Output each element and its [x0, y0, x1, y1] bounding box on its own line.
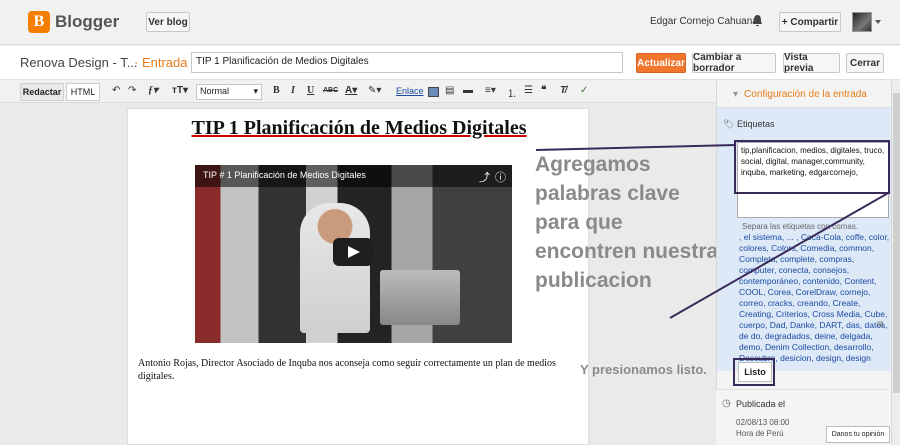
arrow-line-bottom	[669, 191, 891, 319]
annotation-arrows	[535, 144, 891, 319]
arrow-line-top	[535, 144, 737, 151]
